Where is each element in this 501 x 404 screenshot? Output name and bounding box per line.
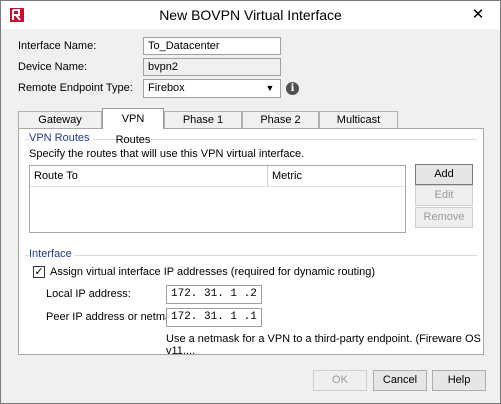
remote-endpoint-label: Remote Endpoint Type: bbox=[18, 82, 133, 94]
column-header-metric[interactable]: Metric bbox=[267, 166, 405, 186]
column-header-route-to[interactable]: Route To bbox=[30, 166, 266, 186]
vpn-routes-section-title: VPN Routes bbox=[29, 132, 93, 144]
close-button[interactable]: ✕ bbox=[467, 5, 489, 25]
remote-endpoint-value: Firebox bbox=[148, 82, 185, 94]
tab-phase1-settings[interactable]: Phase 1 Settings bbox=[164, 111, 242, 143]
peer-ip-label: Peer IP address or netmask: bbox=[46, 311, 186, 323]
device-name-field[interactable] bbox=[143, 58, 281, 76]
interface-divider bbox=[25, 255, 477, 256]
interface-name-label: Interface Name: bbox=[18, 40, 97, 52]
tab-vpn-routes[interactable]: VPN Routes bbox=[102, 108, 164, 146]
cancel-button[interactable]: Cancel bbox=[373, 370, 427, 391]
ok-button[interactable]: OK bbox=[313, 370, 367, 391]
checkmark-icon: ✓ bbox=[34, 266, 44, 278]
help-button-label: Help bbox=[447, 374, 471, 386]
routes-table[interactable]: Route To Metric bbox=[29, 165, 406, 233]
dialog-window: New BOVPN Virtual Interface ✕ Interface … bbox=[0, 0, 501, 404]
local-ip-input[interactable]: 172. 31. 1 .2 bbox=[166, 285, 262, 304]
peer-ip-input[interactable]: 172. 31. 1 .1 bbox=[166, 308, 262, 327]
assign-ip-checkbox[interactable]: ✓ bbox=[33, 266, 45, 278]
window-title: New BOVPN Virtual Interface bbox=[159, 7, 342, 23]
tab-gateway-settings[interactable]: Gateway Settings bbox=[18, 111, 102, 143]
cancel-button-label: Cancel bbox=[382, 374, 418, 386]
info-icon[interactable]: i bbox=[286, 82, 299, 95]
interface-section-title: Interface bbox=[29, 248, 75, 260]
vpn-routes-divider bbox=[25, 139, 477, 140]
title-bar: New BOVPN Virtual Interface ✕ bbox=[1, 1, 500, 29]
add-route-button[interactable]: Add bbox=[415, 164, 473, 185]
close-icon: ✕ bbox=[471, 6, 485, 23]
remove-route-button[interactable]: Remove bbox=[415, 207, 473, 228]
local-ip-label: Local IP address: bbox=[46, 288, 131, 300]
help-button[interactable]: Help bbox=[432, 370, 486, 391]
tab-phase2-settings[interactable]: Phase 2 Settings bbox=[242, 111, 319, 143]
netmask-note: Use a netmask for a VPN to a third-party… bbox=[166, 333, 481, 357]
remote-endpoint-select[interactable]: Firebox ▼ bbox=[143, 79, 281, 98]
assign-ip-label: Assign virtual interface IP addresses (r… bbox=[50, 266, 376, 278]
ok-button-label: OK bbox=[332, 374, 348, 386]
tab-multicast-settings[interactable]: Multicast Settings bbox=[319, 111, 398, 143]
edit-route-button[interactable]: Edit bbox=[415, 185, 473, 206]
chevron-down-icon: ▼ bbox=[265, 83, 275, 93]
interface-name-input[interactable] bbox=[143, 37, 281, 55]
table-header-divider bbox=[30, 186, 405, 187]
device-name-label: Device Name: bbox=[18, 61, 88, 73]
vpn-routes-description: Specify the routes that will use this VP… bbox=[29, 148, 305, 160]
